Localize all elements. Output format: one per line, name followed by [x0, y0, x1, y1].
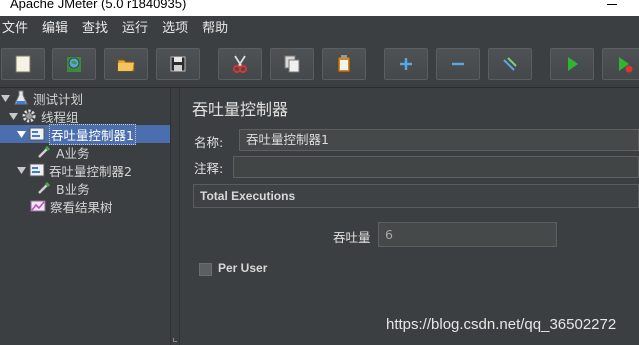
paste-button[interactable] — [322, 48, 366, 80]
tree-item-label: A业务 — [56, 145, 90, 161]
window-title: Apache JMeter (5.0 r1840935) — [10, 0, 187, 11]
toggle-button[interactable] — [488, 48, 532, 80]
tree-expanded-icon[interactable] — [8, 111, 18, 121]
new-icon — [15, 55, 31, 73]
tree-item-a-business[interactable]: A业务 — [36, 143, 90, 161]
save-icon — [170, 56, 186, 72]
menu-search[interactable]: 查找 — [75, 16, 115, 42]
controller-icon — [29, 126, 45, 142]
tree-item-label: 吞吐量控制器2 — [49, 163, 132, 179]
watermark: https://blog.csdn.net/qq_36502272 — [386, 316, 617, 333]
collapse-icon — [452, 62, 464, 66]
window-titlebar: Apache JMeter (5.0 r1840935) — [0, 0, 639, 16]
test-plan-tree: 测试计划 线程组 吞吐量控制器1 A业务 吞吐量控制器2 B业务 察看结果树 — [0, 88, 170, 345]
tree-expanded-icon[interactable] — [0, 93, 10, 103]
paste-icon — [337, 55, 351, 73]
tree-item-label: 测试计划 — [33, 91, 84, 107]
tree-item-throughput-controller-1[interactable]: 吞吐量控制器1 — [16, 123, 136, 145]
menu-edit[interactable]: 编辑 — [35, 16, 75, 42]
new-button[interactable] — [1, 48, 45, 80]
tree-item-label: 察看结果树 — [50, 199, 113, 215]
sampler-pipette-icon — [36, 144, 52, 160]
page-title: 吞吐量控制器 — [192, 100, 289, 119]
listener-chart-icon — [30, 198, 46, 214]
execution-mode-select[interactable]: Total Executions — [193, 184, 639, 208]
toggle-icon — [503, 57, 517, 71]
flask-icon — [13, 90, 29, 106]
templates-icon — [67, 57, 81, 72]
copy-button[interactable] — [270, 48, 314, 80]
name-field[interactable]: 吞吐量控制器1 — [239, 129, 639, 151]
start-no-pauses-button[interactable] — [602, 48, 639, 80]
tree-item-throughput-controller-2[interactable]: 吞吐量控制器2 — [16, 161, 132, 179]
expand-icon — [400, 58, 412, 70]
per-user-checkbox[interactable] — [199, 263, 212, 276]
templates-button[interactable] — [52, 48, 96, 80]
comment-field[interactable] — [233, 156, 639, 178]
panel-splitter[interactable] — [170, 88, 180, 345]
tree-expanded-icon[interactable] — [16, 165, 26, 175]
name-label: 名称: — [194, 135, 224, 150]
save-button[interactable] — [156, 48, 200, 80]
tree-item-test-plan[interactable]: 测试计划 — [0, 89, 83, 107]
open-icon — [117, 59, 135, 72]
menu-file[interactable]: 文件 — [0, 16, 35, 42]
collapse-all-button[interactable] — [436, 48, 480, 80]
toolbar — [0, 42, 639, 88]
tree-item-thread-group[interactable]: 线程组 — [8, 107, 79, 125]
throughput-input[interactable]: 6 — [378, 222, 557, 247]
per-user-label: Per User — [218, 261, 268, 275]
expand-all-button[interactable] — [384, 48, 428, 80]
start-no-pauses-icon — [619, 57, 633, 73]
gear-icon — [21, 108, 37, 124]
tree-expanded-icon[interactable] — [16, 129, 26, 139]
controller-config-panel: 吞吐量控制器 名称: 吞吐量控制器1 注释: Total Executions … — [181, 88, 639, 345]
start-button[interactable] — [550, 48, 594, 80]
tree-item-view-results-tree[interactable]: 察看结果树 — [30, 197, 113, 215]
open-button[interactable] — [104, 48, 148, 80]
controller-icon — [29, 162, 45, 178]
resize-grip-icon[interactable] — [173, 338, 177, 342]
tree-item-label: B业务 — [56, 181, 90, 197]
minimize-icon[interactable] — [607, 4, 617, 5]
copy-icon — [284, 55, 300, 73]
menu-options[interactable]: 选项 — [155, 16, 195, 42]
tree-item-b-business[interactable]: B业务 — [36, 179, 90, 197]
sampler-pipette-icon — [36, 180, 52, 196]
menubar: 文件 编辑 查找 运行 选项 帮助 — [0, 16, 639, 42]
comment-label: 注释: — [194, 161, 224, 176]
tree-item-label: 吞吐量控制器1 — [49, 123, 136, 145]
throughput-label: 吞吐量 — [333, 230, 371, 245]
menu-run[interactable]: 运行 — [115, 16, 155, 42]
cut-icon — [233, 55, 247, 73]
start-icon — [568, 57, 578, 71]
menu-help[interactable]: 帮助 — [195, 16, 235, 42]
cut-button[interactable] — [218, 48, 262, 80]
